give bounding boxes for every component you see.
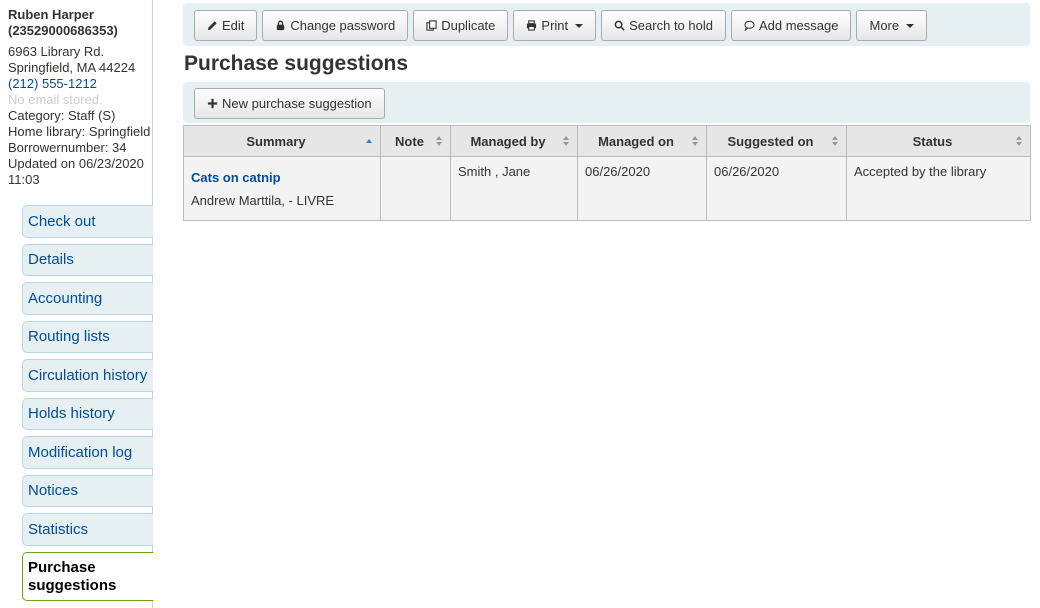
menu-item-holds-history[interactable]: Holds history: [22, 397, 153, 430]
menu-item-label: Routing lists: [28, 328, 110, 346]
column-header-managed-on[interactable]: Managed on: [577, 125, 707, 157]
search-to-hold-button[interactable]: Search to hold: [601, 10, 726, 41]
menu-item-accounting[interactable]: Accounting: [22, 282, 153, 315]
patron-address-line1: 6963 Library Rd.: [8, 44, 105, 59]
column-header-label: Suggested on: [727, 133, 814, 149]
menu-item-notices[interactable]: Notices: [22, 474, 153, 507]
patron-email: No email stored.: [8, 92, 103, 107]
patron-toolbar: Edit Change password Duplicate Print Sea…: [183, 3, 1030, 46]
lock-icon: [277, 20, 285, 31]
copy-icon: [426, 20, 437, 31]
column-header-summary[interactable]: Summary: [183, 125, 381, 157]
menu-item-details[interactable]: Details: [22, 243, 153, 276]
pencil-icon: [207, 21, 217, 31]
patron-cardnumber: (23529000686353): [8, 23, 118, 38]
menu-item-label: Check out: [28, 212, 96, 230]
column-header-suggested-on[interactable]: Suggested on: [706, 125, 847, 157]
column-header-label: Note: [395, 133, 424, 149]
column-header-label: Summary: [246, 133, 306, 149]
patron-info: Ruben Harper (23529000686353) 6963 Libra…: [0, 0, 152, 188]
menu-item-circulation-history[interactable]: Circulation history: [22, 359, 153, 392]
patron-menu: Check out Details Accounting Routing lis…: [22, 205, 154, 607]
menu-item-label: Purchase suggestions: [28, 558, 117, 594]
menu-item-label: Holds history: [28, 405, 115, 423]
column-header-status[interactable]: Status: [846, 125, 1031, 157]
sort-icon: [692, 136, 698, 146]
suggestions-toolbar: New purchase suggestion: [183, 82, 1030, 123]
menu-item-label: Circulation history: [28, 366, 148, 384]
caret-down-icon: [575, 23, 584, 28]
menu-item-label: Statistics: [28, 520, 89, 538]
menu-item-check-out[interactable]: Check out: [22, 205, 153, 238]
change-password-button-label: Change password: [290, 18, 396, 33]
cell-managed-by: Smith , Jane: [450, 156, 578, 221]
patron-borrowernumber: Borrowernumber: 34: [8, 140, 127, 155]
menu-item-routing-lists[interactable]: Routing lists: [22, 320, 153, 353]
patron-address-line2: Springfield, MA 44224: [8, 60, 136, 75]
add-message-button[interactable]: Add message: [730, 10, 852, 41]
print-button-label: Print: [541, 18, 569, 33]
more-button-label: More: [869, 18, 900, 33]
cell-note: [380, 156, 451, 221]
cell-suggested-on: 06/26/2020: [706, 156, 847, 221]
new-purchase-suggestion-label: New purchase suggestion: [222, 96, 372, 111]
comment-icon: [744, 20, 755, 31]
page-title: Purchase suggestions: [184, 52, 409, 75]
menu-item-modification-log[interactable]: Modification log: [22, 436, 153, 469]
patron-name: Ruben Harper: [8, 7, 94, 22]
cell-managed-on: 06/26/2020: [577, 156, 707, 221]
table-row: Cats on catnip Andrew Marttila, - LIVRE …: [183, 156, 1031, 221]
patron-phone-link[interactable]: (212) 555-1212: [8, 76, 97, 91]
menu-item-label: Details: [28, 251, 74, 269]
suggestion-title-link[interactable]: Cats on catnip: [191, 170, 373, 185]
sort-ascending-icon: [366, 139, 372, 143]
patron-category: Category: Staff (S): [8, 108, 116, 123]
change-password-button[interactable]: Change password: [262, 10, 409, 41]
search-icon: [614, 20, 625, 31]
sort-icon: [832, 136, 838, 146]
patron-updated: Updated on 06/23/2020: [8, 156, 144, 171]
menu-item-label: Modification log: [28, 443, 133, 461]
print-dropdown-button[interactable]: Print: [513, 10, 597, 41]
table-header-row: Summary Note Managed by Managed on Sugge…: [183, 125, 1031, 157]
menu-item-label: Accounting: [28, 289, 103, 307]
column-header-label: Status: [912, 133, 953, 149]
column-header-label: Managed on: [598, 133, 674, 149]
duplicate-button[interactable]: Duplicate: [413, 10, 509, 41]
suggestions-table: Summary Note Managed by Managed on Sugge…: [183, 125, 1031, 221]
search-to-hold-button-label: Search to hold: [629, 18, 713, 33]
cell-status: Accepted by the library: [846, 156, 1031, 221]
new-purchase-suggestion-button[interactable]: New purchase suggestion: [194, 88, 385, 119]
more-dropdown-button[interactable]: More: [856, 10, 928, 41]
patron-home-library: Home library: Springfield: [8, 124, 151, 139]
edit-button[interactable]: Edit: [194, 10, 258, 41]
plus-icon: [207, 98, 218, 109]
add-message-button-label: Add message: [758, 18, 839, 33]
patron-updated-time: 11:03: [8, 172, 40, 187]
sort-icon: [1016, 136, 1022, 146]
column-header-label: Managed by: [470, 133, 546, 149]
column-header-note[interactable]: Note: [380, 125, 451, 157]
sort-icon: [563, 136, 569, 146]
suggestion-author: Andrew Marttila, - LIVRE: [191, 193, 335, 208]
print-icon: [527, 20, 537, 31]
sort-icon: [436, 136, 442, 146]
column-header-managed-by[interactable]: Managed by: [450, 125, 578, 157]
edit-button-label: Edit: [222, 18, 245, 33]
menu-item-purchase-suggestions[interactable]: Purchase suggestions: [22, 551, 154, 601]
patron-sidebar: Ruben Harper (23529000686353) 6963 Libra…: [0, 0, 154, 608]
caret-down-icon: [906, 23, 915, 28]
menu-item-statistics[interactable]: Statistics: [22, 513, 153, 546]
cell-summary: Cats on catnip Andrew Marttila, - LIVRE: [183, 156, 381, 221]
menu-item-label: Notices: [28, 482, 79, 500]
duplicate-button-label: Duplicate: [441, 18, 496, 33]
